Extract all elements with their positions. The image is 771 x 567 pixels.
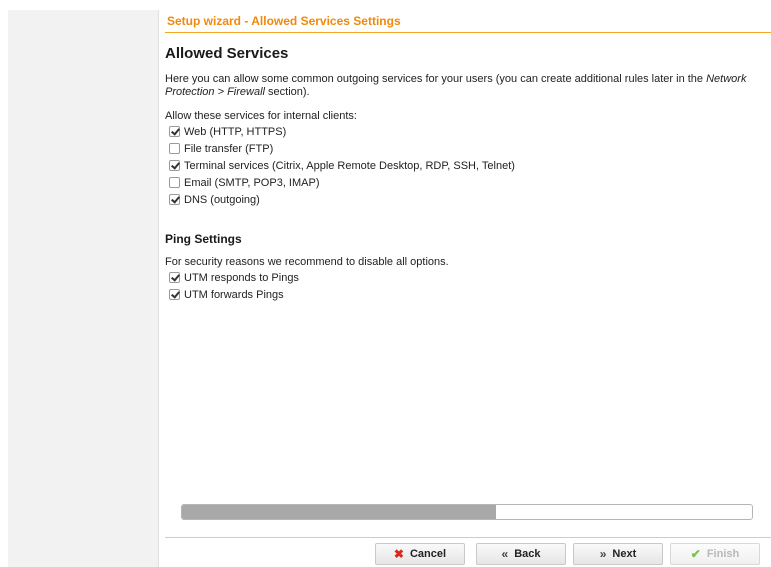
wizard-content: Setup wizard - Allowed Services Settings…	[165, 10, 771, 567]
checkbox-responds-pings[interactable]	[169, 272, 180, 283]
page-title: Allowed Services	[165, 45, 289, 62]
wizard-header: Setup wizard - Allowed Services Settings	[165, 10, 771, 33]
cancel-button-label: Cancel	[409, 548, 447, 560]
ping-options-list: UTM responds to Pings UTM forwards Pings	[165, 269, 771, 303]
cancel-button[interactable]: ✖ Cancel	[375, 543, 465, 565]
services-group-label: Allow these services for internal client…	[165, 110, 357, 122]
page-description: Here you can allow some common outgoing …	[165, 73, 757, 99]
description-text-start: Here you can allow some common outgoing …	[165, 73, 707, 85]
checkmark-icon: ✔	[690, 547, 701, 561]
ping-settings-note: For security reasons we recommend to dis…	[165, 256, 449, 268]
service-option-dns[interactable]: DNS (outgoing)	[169, 191, 771, 208]
finish-button[interactable]: ✔ Finish	[670, 543, 760, 565]
back-button-label: Back	[514, 548, 541, 560]
ping-option-forwards[interactable]: UTM forwards Pings	[169, 286, 771, 303]
service-label-terminal: Terminal services (Citrix, Apple Remote …	[184, 159, 515, 172]
service-label-ftp: File transfer (FTP)	[184, 142, 274, 155]
service-option-email[interactable]: Email (SMTP, POP3, IMAP)	[169, 174, 771, 191]
checkbox-forwards-pings[interactable]	[169, 289, 180, 300]
service-label-email: Email (SMTP, POP3, IMAP)	[184, 176, 320, 189]
ping-label-forwards: UTM forwards Pings	[184, 288, 284, 301]
description-text-end: section).	[264, 86, 310, 98]
back-button[interactable]: « Back	[476, 543, 566, 565]
service-option-web[interactable]: Web (HTTP, HTTPS)	[169, 123, 771, 140]
footer-divider	[165, 537, 771, 538]
double-chevron-left-icon: «	[501, 547, 509, 561]
service-label-dns: DNS (outgoing)	[184, 193, 260, 206]
service-label-web: Web (HTTP, HTTPS)	[184, 125, 287, 138]
ping-settings-title: Ping Settings	[165, 232, 242, 246]
checkbox-web[interactable]	[169, 126, 180, 137]
left-panel	[8, 10, 159, 567]
double-chevron-right-icon: »	[599, 547, 607, 561]
checkbox-ftp[interactable]	[169, 143, 180, 154]
service-option-ftp[interactable]: File transfer (FTP)	[169, 140, 771, 157]
ping-option-responds[interactable]: UTM responds to Pings	[169, 269, 771, 286]
close-icon: ✖	[393, 547, 404, 561]
wizard-progress-bar	[181, 504, 753, 520]
ping-label-responds: UTM responds to Pings	[184, 271, 299, 284]
top-strip	[0, 0, 771, 10]
next-button[interactable]: » Next	[573, 543, 663, 565]
service-option-terminal[interactable]: Terminal services (Citrix, Apple Remote …	[169, 157, 771, 174]
wizard-progress-fill	[182, 505, 496, 519]
next-button-label: Next	[612, 548, 637, 560]
finish-button-label: Finish	[706, 548, 740, 560]
checkbox-dns[interactable]	[169, 194, 180, 205]
checkbox-terminal[interactable]	[169, 160, 180, 171]
services-list: Web (HTTP, HTTPS) File transfer (FTP) Te…	[165, 123, 771, 208]
checkbox-email[interactable]	[169, 177, 180, 188]
